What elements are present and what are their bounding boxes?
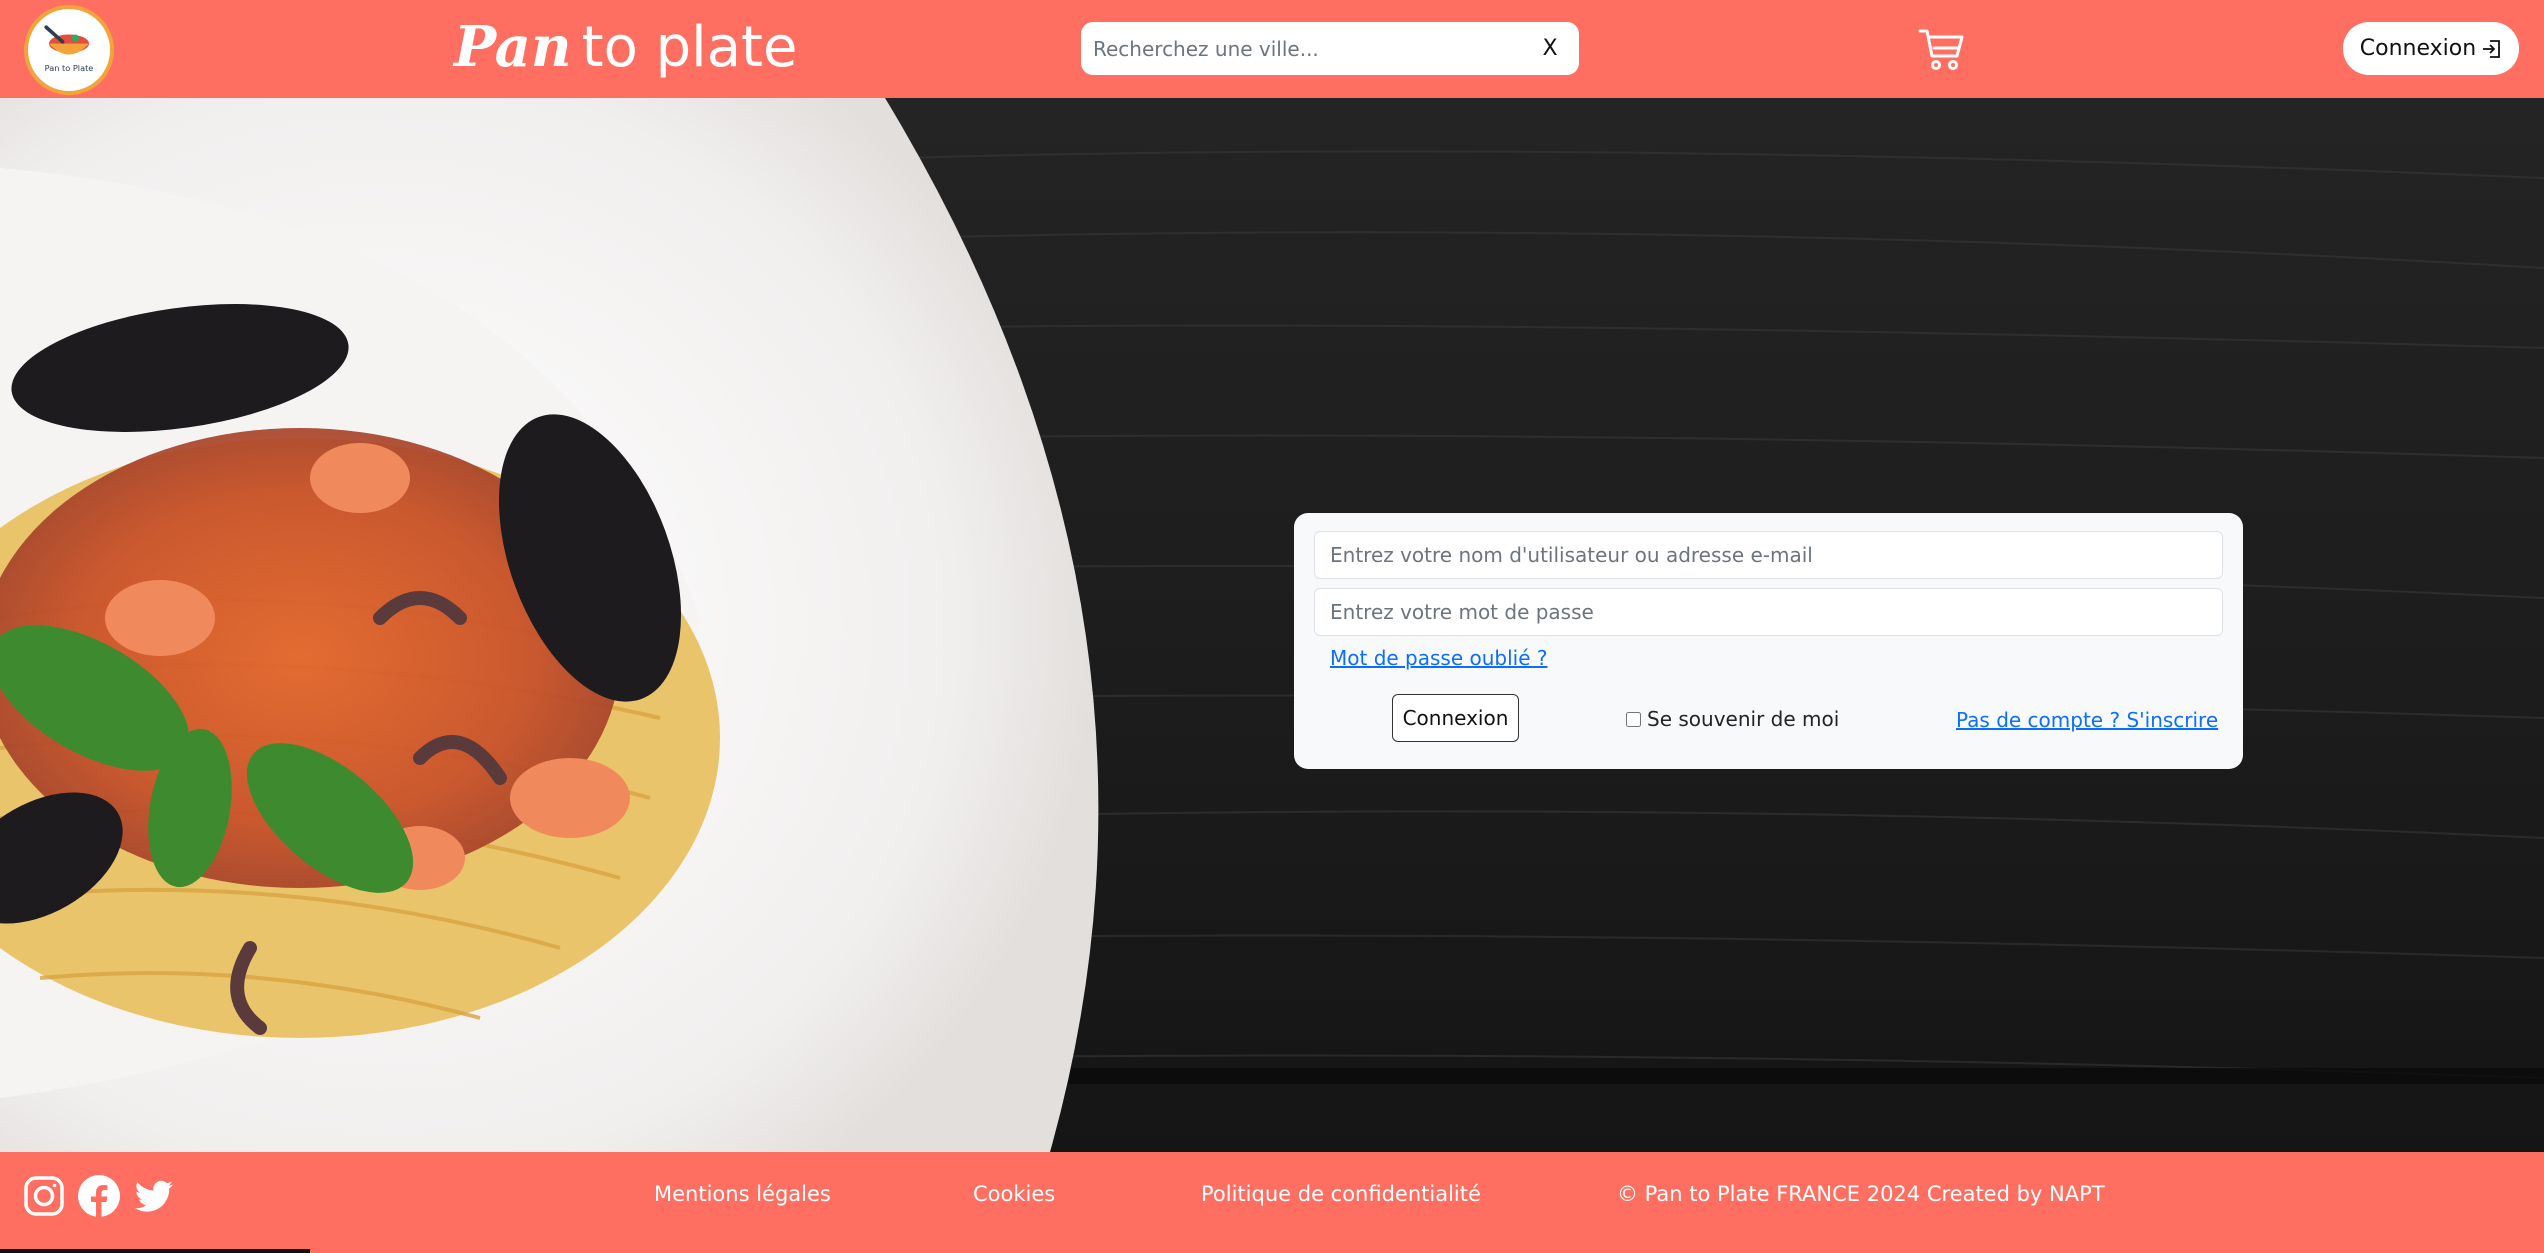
hero-section: Mot de passe oublié ? Connexion Se souve… bbox=[0, 98, 2544, 1152]
search-clear-button[interactable]: X bbox=[1535, 32, 1565, 65]
signup-link[interactable]: Pas de compte ? S'inscrire bbox=[1956, 708, 2218, 732]
cart-icon bbox=[1918, 29, 1964, 70]
remember-me-checkbox[interactable] bbox=[1626, 711, 1641, 727]
city-search: X bbox=[1081, 22, 1579, 75]
instagram-icon bbox=[24, 1176, 64, 1216]
search-input[interactable] bbox=[1093, 30, 1513, 67]
login-card: Mot de passe oublié ? Connexion Se souve… bbox=[1294, 513, 2243, 769]
footer: Mentions légales Cookies Politique de co… bbox=[0, 1152, 2544, 1253]
copyright-text: © Pan to Plate FRANCE 2024 Created by NA… bbox=[1617, 1182, 2105, 1206]
legal-notice-link[interactable]: Mentions légales bbox=[654, 1182, 831, 1206]
password-input[interactable] bbox=[1314, 588, 2223, 636]
login-arrow-icon bbox=[2483, 39, 2501, 58]
logo-text: Pan to Plate bbox=[45, 63, 94, 73]
login-submit-button[interactable]: Connexion bbox=[1392, 694, 1519, 742]
cart-button[interactable] bbox=[1917, 26, 1965, 72]
remember-me[interactable]: Se souvenir de moi bbox=[1626, 707, 1839, 731]
brand-part-pan: Pan bbox=[454, 14, 572, 80]
privacy-policy-link[interactable]: Politique de confidentialité bbox=[1201, 1182, 1481, 1206]
remember-me-label: Se souvenir de moi bbox=[1647, 707, 1840, 731]
site-logo[interactable]: Pan to Plate bbox=[24, 5, 114, 95]
cookies-link[interactable]: Cookies bbox=[973, 1182, 1055, 1206]
top-navbar: Pan to Plate Panto plate X Connexion bbox=[0, 0, 2544, 98]
twitter-link[interactable] bbox=[132, 1174, 176, 1218]
forgot-password-link[interactable]: Mot de passe oublié ? bbox=[1330, 646, 1548, 670]
facebook-link[interactable] bbox=[77, 1174, 121, 1218]
header-login-button[interactable]: Connexion bbox=[2343, 22, 2519, 75]
header-login-label: Connexion bbox=[2359, 36, 2477, 61]
horizontal-scrollbar[interactable] bbox=[0, 1249, 310, 1253]
facebook-icon bbox=[78, 1175, 120, 1217]
brand-title[interactable]: Pan to plate bbox=[454, 14, 797, 80]
instagram-link[interactable] bbox=[22, 1174, 66, 1218]
brand-part-plate: to plate bbox=[581, 15, 798, 80]
twitter-icon bbox=[135, 1180, 173, 1212]
logo-pan-icon: Pan to Plate bbox=[44, 25, 94, 73]
username-email-input[interactable] bbox=[1314, 531, 2223, 579]
